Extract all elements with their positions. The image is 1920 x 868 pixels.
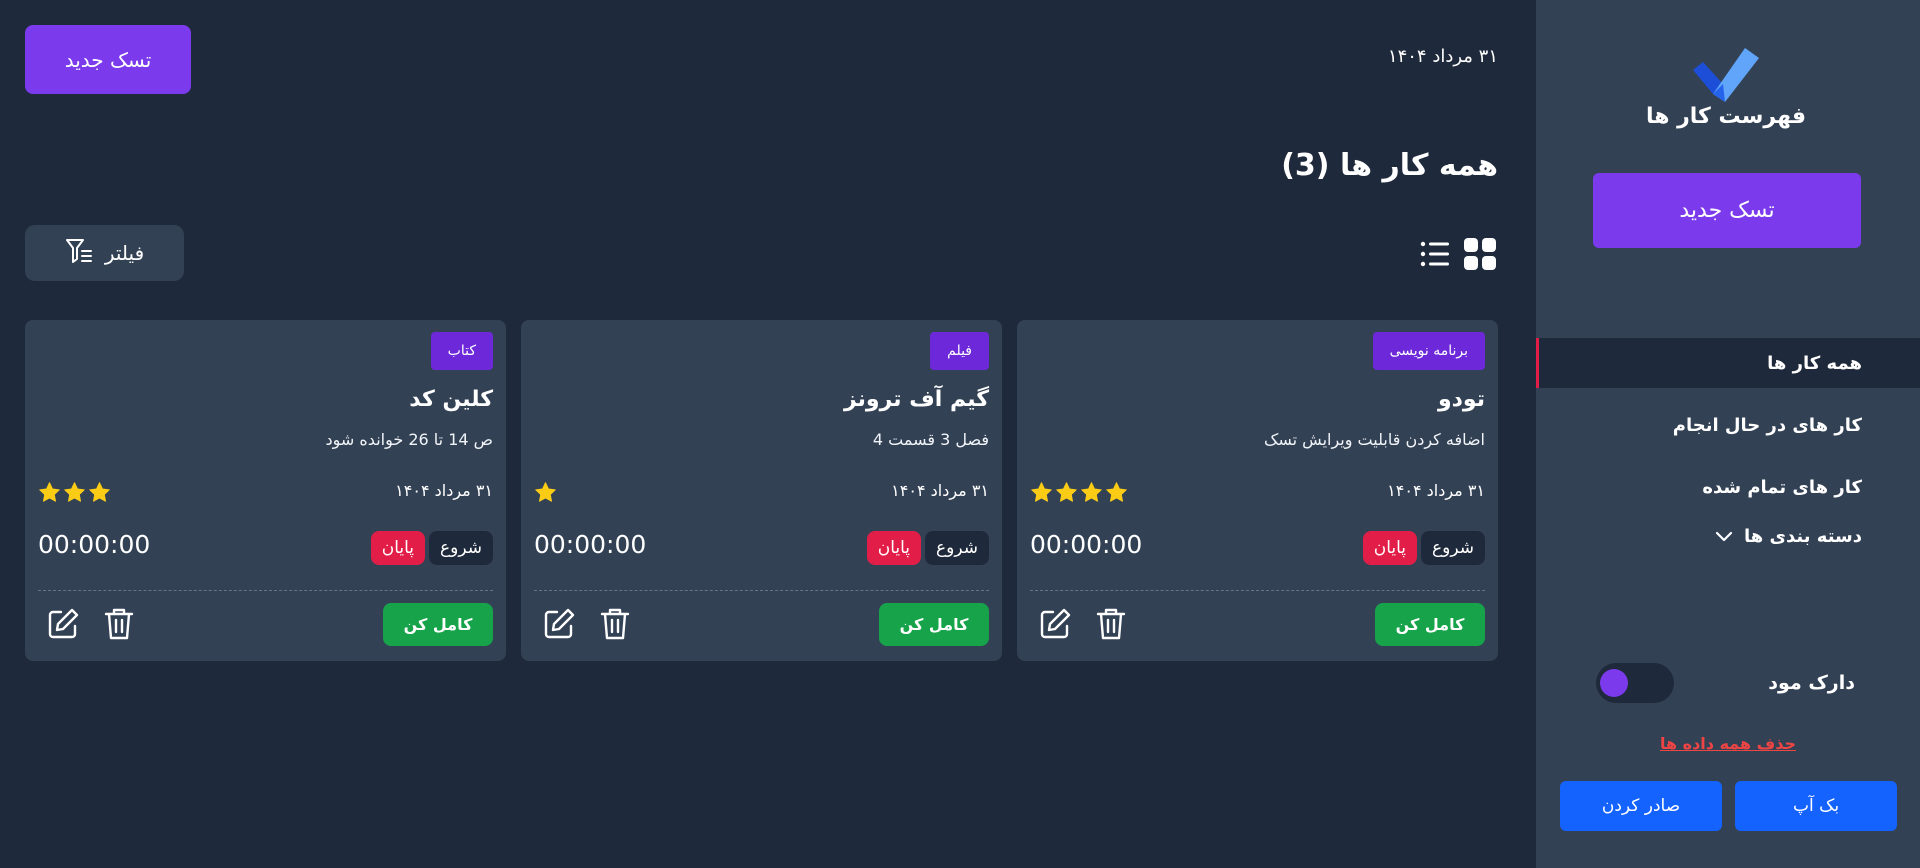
complete-button[interactable]: کامل کن [879, 603, 989, 646]
star-icon [1055, 481, 1078, 504]
card-divider [534, 590, 989, 591]
task-date: ۳۱ مرداد ۱۴۰۴ [891, 481, 989, 500]
timer-controls: شروع پایان [1362, 531, 1485, 565]
sidebar: فهرست کار ها تسک جدید همه کار ها کار های… [1536, 0, 1920, 868]
star-icon [38, 481, 61, 504]
grid-view-icon[interactable] [1462, 236, 1498, 276]
start-button[interactable]: شروع [429, 531, 493, 565]
task-title: گیم آف ترونز [843, 387, 989, 412]
dark-mode-toggle[interactable] [1596, 663, 1674, 703]
sidebar-item-label: کار های در حال انجام [1672, 414, 1862, 436]
category-badge: برنامه نویسی [1372, 332, 1485, 370]
task-card: کتاب کلین کد ص 14 تا 26 خوانده شود ۳۱ مر… [25, 320, 506, 661]
trash-icon[interactable] [1095, 606, 1127, 646]
card-divider [38, 590, 493, 591]
card-actions [541, 606, 631, 646]
page-title: همه کار ها (3) [1281, 148, 1498, 183]
priority-stars [534, 481, 557, 504]
checkmark-logo-icon [1689, 44, 1763, 104]
task-title: تودو [1437, 387, 1485, 412]
dark-mode-label: دارک مود [1768, 672, 1855, 694]
current-date: ۳۱ مرداد ۱۴۰۴ [1387, 46, 1498, 67]
complete-button[interactable]: کامل کن [1375, 603, 1485, 646]
card-actions [45, 606, 135, 646]
sidebar-item-in-progress[interactable]: کار های در حال انجام [1536, 400, 1920, 450]
task-description: اضافه کردن قابلیت ویرایش تسک [1264, 430, 1485, 449]
start-button[interactable]: شروع [1421, 531, 1485, 565]
edit-icon[interactable] [45, 606, 81, 646]
trash-icon[interactable] [103, 606, 135, 646]
priority-stars [38, 481, 111, 504]
star-icon [1080, 481, 1103, 504]
end-button[interactable]: پایان [370, 531, 426, 565]
backup-button[interactable]: بک آپ [1735, 781, 1897, 831]
trash-icon[interactable] [599, 606, 631, 646]
sidebar-item-completed[interactable]: کار های تمام شده [1536, 462, 1920, 512]
star-icon [1030, 481, 1053, 504]
task-card: فیلم گیم آف ترونز فصل 3 قسمت 4 ۳۱ مرداد … [521, 320, 1002, 661]
task-description: فصل 3 قسمت 4 [872, 430, 989, 449]
sidebar-item-label: دسته بندی ها [1744, 525, 1862, 547]
task-card: برنامه نویسی تودو اضافه کردن قابلیت ویرا… [1017, 320, 1498, 661]
list-view-icon[interactable] [1420, 236, 1450, 276]
filter-label: فیلتر [104, 241, 145, 265]
star-icon [63, 481, 86, 504]
card-actions [1037, 606, 1127, 646]
start-button[interactable]: شروع [925, 531, 989, 565]
priority-stars [1030, 481, 1128, 504]
export-button[interactable]: صادر کردن [1560, 781, 1722, 831]
new-task-button[interactable]: تسک جدید [25, 25, 191, 94]
star-icon [534, 481, 557, 504]
edit-icon[interactable] [1037, 606, 1073, 646]
sidebar-item-label: کار های تمام شده [1702, 476, 1862, 498]
filter-icon [65, 238, 93, 269]
sidebar-item-all-tasks[interactable]: همه کار ها [1536, 338, 1920, 388]
toggle-knob [1600, 669, 1628, 697]
category-badge: فیلم [930, 332, 989, 370]
view-switcher [1420, 236, 1498, 276]
sidebar-new-task-button[interactable]: تسک جدید [1593, 173, 1861, 248]
category-badge: کتاب [430, 332, 493, 370]
main-content: تسک جدید ۳۱ مرداد ۱۴۰۴ همه کار ها (3) فی… [0, 0, 1536, 868]
timer-controls: شروع پایان [370, 531, 493, 565]
end-button[interactable]: پایان [866, 531, 922, 565]
star-icon [88, 481, 111, 504]
sidebar-item-categories[interactable]: دسته بندی ها [1536, 511, 1920, 561]
app-title: فهرست کار ها [1645, 104, 1807, 129]
dark-mode-row: دارک مود [1536, 662, 1920, 704]
card-divider [1030, 590, 1485, 591]
timer-display: 00:00:00 [38, 530, 151, 559]
timer-display: 00:00:00 [534, 530, 647, 559]
task-date: ۳۱ مرداد ۱۴۰۴ [1387, 481, 1485, 500]
delete-all-data-link[interactable]: حذف همه داده ها [1536, 734, 1920, 753]
star-icon [1105, 481, 1128, 504]
timer-display: 00:00:00 [1030, 530, 1143, 559]
task-title: کلین کد [409, 387, 493, 412]
end-button[interactable]: پایان [1362, 531, 1418, 565]
timer-controls: شروع پایان [866, 531, 989, 565]
chevron-down-icon [1714, 526, 1734, 546]
complete-button[interactable]: کامل کن [383, 603, 493, 646]
task-date: ۳۱ مرداد ۱۴۰۴ [395, 481, 493, 500]
task-description: ص 14 تا 26 خوانده شود [325, 430, 493, 449]
sidebar-item-label: همه کار ها [1767, 352, 1862, 374]
edit-icon[interactable] [541, 606, 577, 646]
filter-button[interactable]: فیلتر [25, 225, 184, 281]
